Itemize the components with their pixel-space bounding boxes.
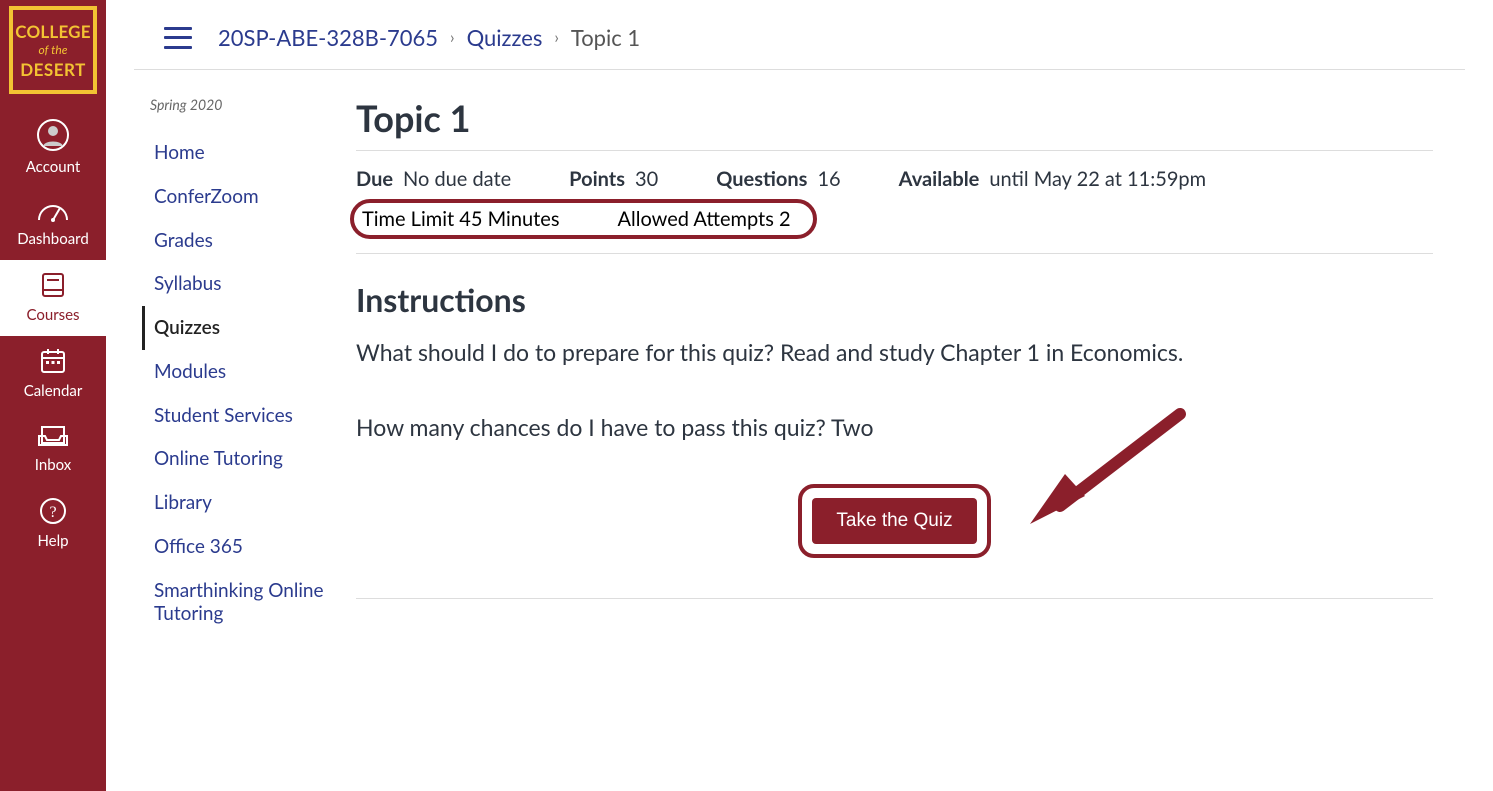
cn-smarthinking[interactable]: Smarthinking Online Tutoring (142, 569, 356, 637)
svg-text:?: ? (49, 504, 56, 521)
quiz-meta: Due No due date Points 30 Questions 16 A… (356, 167, 1433, 254)
meta-available-value: until May 22 at 11:59pm (989, 167, 1206, 191)
meta-due-value: No due date (403, 167, 511, 191)
calendar-icon (38, 346, 68, 376)
logo-line2: of the (39, 42, 68, 57)
meta-points-value: 30 (635, 167, 658, 191)
nav-inbox-label: Inbox (35, 456, 72, 474)
cn-grades[interactable]: Grades (142, 219, 356, 263)
meta-allowed-attempts: Allowed Attempts 2 (618, 207, 791, 231)
help-icon: ? (38, 496, 68, 526)
logo-line1: COLLEGE (15, 21, 90, 42)
chevron-right-icon: › (450, 28, 455, 47)
chevron-right-icon: › (554, 28, 559, 47)
meta-highlight-box: Time Limit 45 Minutes Allowed Attempts 2 (350, 199, 817, 239)
breadcrumb-current: Topic 1 (571, 24, 640, 51)
meta-due-label: Due (356, 167, 393, 191)
meta-questions: Questions 16 (716, 167, 840, 191)
breadcrumb-section[interactable]: Quizzes (467, 24, 543, 51)
breadcrumb: 20SP-ABE-328B-7065 › Quizzes › Topic 1 (218, 24, 640, 51)
college-logo[interactable]: COLLEGE of the DESERT (9, 6, 97, 94)
topbar: 20SP-ABE-328B-7065 › Quizzes › Topic 1 (134, 0, 1465, 70)
inbox-icon (37, 422, 69, 450)
meta-time-limit: Time Limit 45 Minutes (362, 207, 560, 231)
meta-points: Points 30 (569, 167, 658, 191)
nav-account-label: Account (26, 158, 81, 176)
cn-online-tutoring[interactable]: Online Tutoring (142, 437, 356, 481)
cn-student-services[interactable]: Student Services (142, 394, 356, 438)
meta-time-limit-value: 45 Minutes (459, 207, 559, 231)
cn-library[interactable]: Library (142, 481, 356, 525)
cn-quizzes[interactable]: Quizzes (142, 306, 356, 350)
meta-questions-label: Questions (716, 167, 807, 191)
meta-time-limit-label: Time Limit (362, 207, 454, 231)
cn-office365[interactable]: Office 365 (142, 525, 356, 569)
meta-points-label: Points (569, 167, 625, 191)
term-label: Spring 2020 (142, 96, 356, 113)
global-nav: COLLEGE of the DESERT Account Dashboard … (0, 0, 106, 791)
take-quiz-highlight: Take the Quiz (798, 484, 990, 558)
cn-syllabus[interactable]: Syllabus (142, 262, 356, 306)
quiz-content: Topic 1 Due No due date Points 30 Questi… (356, 90, 1493, 636)
nav-help[interactable]: ? Help (0, 486, 106, 562)
content-row: Spring 2020 Home ConferZoom Grades Sylla… (106, 70, 1493, 636)
instructions-p2: How many chances do I have to pass this … (356, 410, 1286, 445)
meta-questions-value: 16 (817, 167, 840, 191)
nav-courses-label: Courses (26, 306, 79, 324)
nav-dashboard[interactable]: Dashboard (0, 188, 106, 260)
course-nav: Spring 2020 Home ConferZoom Grades Sylla… (106, 90, 356, 636)
cn-conferzoom[interactable]: ConferZoom (142, 175, 356, 219)
nav-courses[interactable]: Courses (0, 260, 106, 336)
logo-line3: DESERT (20, 59, 86, 80)
main-area: 20SP-ABE-328B-7065 › Quizzes › Topic 1 S… (106, 0, 1493, 791)
bottom-rule (356, 598, 1433, 599)
nav-account[interactable]: Account (0, 108, 106, 188)
meta-allowed-attempts-value: 2 (779, 207, 791, 231)
instructions-p1: What should I do to prepare for this qui… (356, 335, 1286, 370)
cn-modules[interactable]: Modules (142, 350, 356, 394)
cn-home[interactable]: Home (142, 131, 356, 175)
meta-due: Due No due date (356, 167, 511, 191)
nav-help-label: Help (37, 532, 68, 550)
take-quiz-row: Take the Quiz (356, 484, 1433, 558)
gauge-icon (36, 198, 70, 224)
instructions-heading: Instructions (356, 280, 1433, 319)
book-icon (38, 270, 68, 300)
meta-allowed-attempts-label: Allowed Attempts (618, 207, 774, 231)
nav-calendar[interactable]: Calendar (0, 336, 106, 412)
meta-available: Available until May 22 at 11:59pm (899, 167, 1206, 191)
nav-inbox[interactable]: Inbox (0, 412, 106, 486)
nav-calendar-label: Calendar (24, 382, 83, 400)
meta-available-label: Available (899, 167, 980, 191)
breadcrumb-course[interactable]: 20SP-ABE-328B-7065 (218, 24, 438, 51)
quiz-title: Topic 1 (356, 96, 1433, 151)
nav-dashboard-label: Dashboard (17, 230, 88, 248)
take-quiz-button[interactable]: Take the Quiz (812, 498, 976, 544)
hamburger-icon[interactable] (164, 27, 192, 49)
user-icon (36, 118, 70, 152)
